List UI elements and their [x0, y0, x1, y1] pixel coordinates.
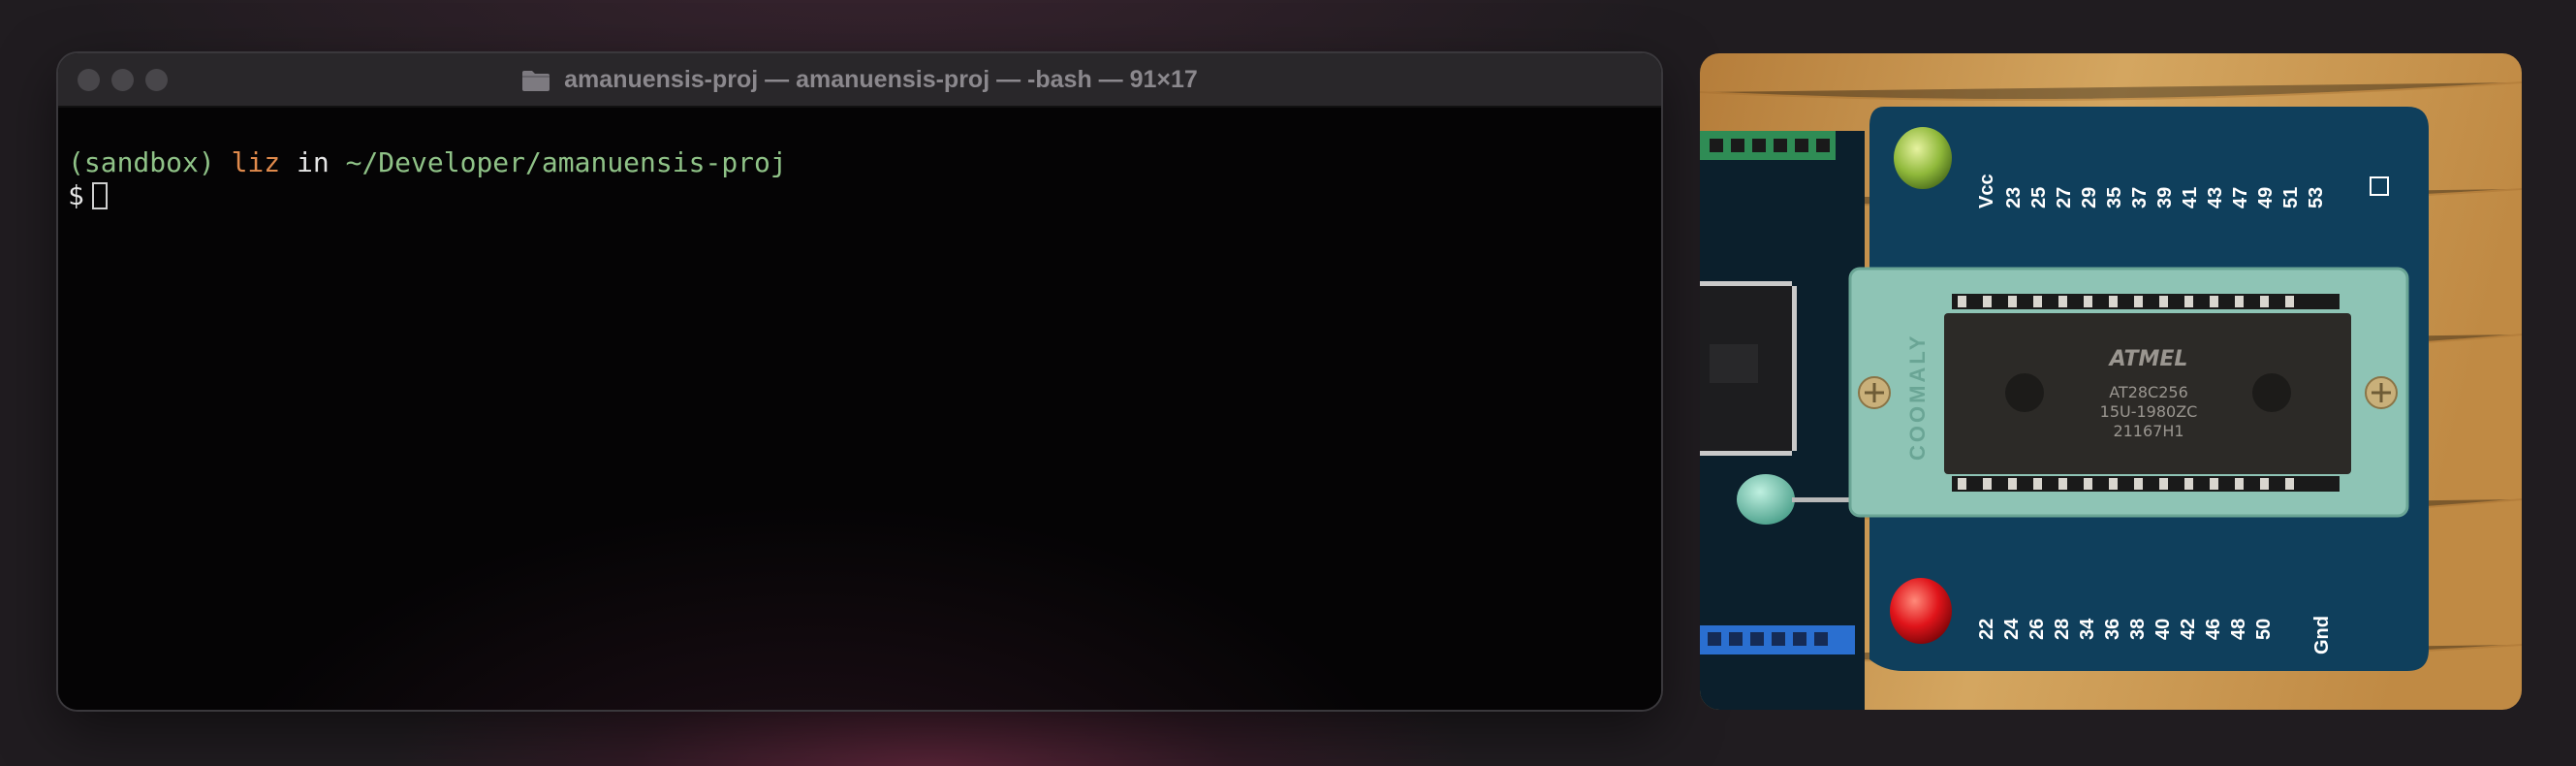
title-bar[interactable]: amanuensis-proj — amanuensis-proj — -bas…	[58, 53, 1661, 108]
top-pin-label: 41	[2180, 187, 2201, 208]
top-pin-label: 35	[2104, 187, 2125, 208]
prompt-in: in	[297, 146, 330, 178]
bottom-pin-label: 34	[2077, 618, 2098, 640]
top-pin-label: 23	[2003, 187, 2025, 208]
chip-code: 15U-1980ZC	[2100, 402, 2198, 421]
label-gnd: Gnd	[2311, 616, 2333, 654]
top-pin-label: 51	[2280, 187, 2302, 208]
bottom-pin-label: 38	[2127, 619, 2149, 640]
bottom-pin-label: 50	[2253, 619, 2275, 640]
folder-icon	[521, 69, 550, 92]
prompt-symbol: $	[68, 179, 84, 211]
chip-brand: ATMEL	[2108, 347, 2188, 371]
input-line[interactable]: $	[68, 179, 1661, 212]
bottom-pin-label: 46	[2203, 619, 2224, 640]
label-vcc: Vcc	[1976, 174, 1997, 208]
bottom-pin-label: 28	[2052, 619, 2073, 640]
top-pin-label: 39	[2154, 187, 2176, 208]
chip-part-number: AT28C256	[2109, 383, 2188, 401]
text-cursor	[91, 182, 108, 209]
eeprom-programmer-photo: Vcc 23 25 27 29 35 37 39 41 43 47 49 51 …	[1700, 53, 2522, 710]
top-pin-label: 37	[2129, 187, 2151, 208]
bottom-pin-label: 26	[2026, 619, 2048, 640]
terminal-output[interactable]: (sandbox) liz in ~/Developer/amanuensis-…	[58, 108, 1661, 710]
bottom-pin-label: 40	[2152, 619, 2174, 640]
terminal-window[interactable]: amanuensis-proj — amanuensis-proj — -bas…	[58, 53, 1661, 710]
chip-lot: 21167H1	[2113, 422, 2183, 440]
top-pin-label: 43	[2205, 187, 2226, 208]
prompt-user: liz	[231, 146, 281, 178]
prompt-path: ~/Developer/amanuensis-proj	[345, 146, 787, 178]
bottom-pin-label: 24	[2001, 618, 2023, 640]
top-pin-label: 25	[2028, 187, 2050, 208]
socket-brand: COOMALY	[1905, 334, 1930, 461]
top-pin-label: 49	[2255, 187, 2277, 208]
bottom-pin-label: 22	[1976, 619, 1997, 640]
window-title-text: amanuensis-proj — amanuensis-proj — -bas…	[564, 65, 1198, 93]
top-pin-label: 27	[2054, 187, 2075, 208]
bottom-pin-label: 36	[2102, 619, 2123, 640]
top-pin-label: 29	[2079, 187, 2100, 208]
bottom-pin-label: 42	[2178, 619, 2199, 640]
top-pin-label: 53	[2306, 187, 2327, 208]
prompt-env: (sandbox)	[68, 146, 215, 178]
window-title: amanuensis-proj — amanuensis-proj — -bas…	[58, 53, 1661, 106]
bottom-pin-label: 48	[2228, 619, 2249, 640]
top-pin-label: 47	[2230, 187, 2251, 208]
prompt-line: (sandbox) liz in ~/Developer/amanuensis-…	[68, 146, 1661, 179]
